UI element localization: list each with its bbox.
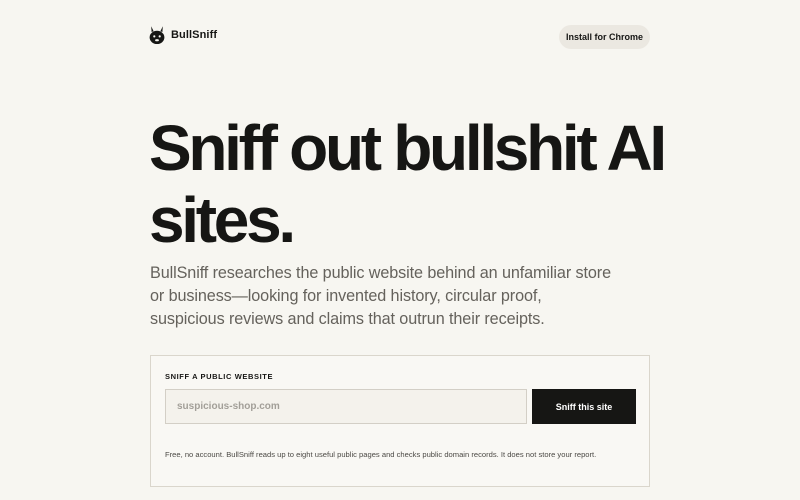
hero-description: BullSniff researches the public website … xyxy=(150,264,612,328)
sniff-website-form: SNIFF A PUBLIC WEBSITE Sniff this site F… xyxy=(150,355,650,487)
bull-head-icon xyxy=(149,26,165,44)
brand-name: BullSniff xyxy=(171,29,218,41)
sniff-form-label: SNIFF A PUBLIC WEBSITE xyxy=(165,372,274,381)
website-url-input[interactable] xyxy=(165,389,527,424)
sniff-this-site-button[interactable]: Sniff this site xyxy=(532,389,636,424)
brand-home-link[interactable]: BullSniff xyxy=(148,25,217,45)
landing-page: BullSniff Install for Chrome Sniff out b… xyxy=(0,0,800,500)
privacy-note: Free, no account. BullSniff reads up to … xyxy=(165,450,597,459)
hero-title: Sniff out bullshit AI sites. xyxy=(149,112,667,256)
install-chrome-button[interactable]: Install for Chrome xyxy=(559,25,650,49)
